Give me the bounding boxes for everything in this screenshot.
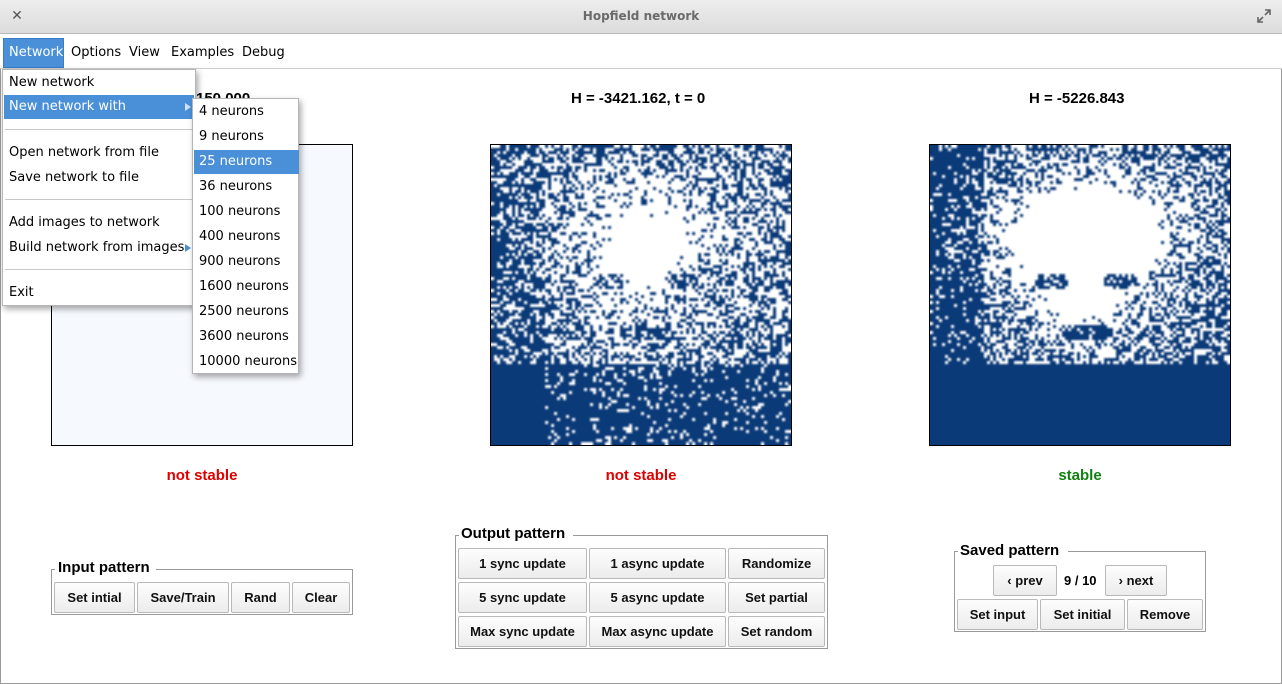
set-initial-saved-button[interactable]: Set initial	[1040, 599, 1125, 630]
submenu-arrow-icon	[185, 244, 191, 252]
maximize-icon[interactable]	[1256, 8, 1272, 24]
submenu-arrow-icon	[185, 103, 191, 111]
neurons-submenu: 4 neurons 9 neurons 25 neurons 36 neuron…	[192, 98, 299, 374]
submenu-item-900-neurons[interactable]: 900 neurons	[194, 250, 299, 274]
menu-examples[interactable]: Examples	[166, 38, 239, 68]
saved-pattern-canvas[interactable]	[930, 145, 1230, 445]
menu-item-new-network-with[interactable]: New network with	[4, 95, 194, 119]
save-train-button[interactable]: Save/Train	[137, 582, 229, 613]
output-pattern-canvas[interactable]	[491, 145, 791, 445]
submenu-item-2500-neurons[interactable]: 2500 neurons	[194, 300, 299, 324]
one-sync-update-button[interactable]: 1 sync update	[458, 548, 587, 579]
set-random-button[interactable]: Set random	[728, 616, 825, 647]
menu-item-new-network[interactable]: New network	[4, 71, 196, 95]
set-partial-button[interactable]: Set partial	[728, 582, 825, 613]
max-sync-update-button[interactable]: Max sync update	[458, 616, 587, 647]
input-status: not stable	[166, 467, 238, 484]
set-initial-button[interactable]: Set intial	[54, 582, 135, 613]
submenu-item-4-neurons[interactable]: 4 neurons	[194, 100, 299, 124]
five-sync-update-button[interactable]: 5 sync update	[458, 582, 587, 613]
set-input-button[interactable]: Set input	[957, 599, 1038, 630]
saved-group-border	[1068, 551, 1206, 552]
next-label: next	[1126, 573, 1154, 588]
saved-energy-label: H = -5226.843	[1029, 90, 1125, 107]
submenu-item-36-neurons[interactable]: 36 neurons	[194, 175, 299, 199]
submenu-item-100-neurons[interactable]: 100 neurons	[194, 200, 299, 224]
menu-item-add-images[interactable]: Add images to network	[4, 211, 196, 235]
five-async-update-button[interactable]: 5 async update	[589, 582, 726, 613]
menu-debug[interactable]: Debug	[237, 38, 290, 68]
menu-item-label: Build network from images	[9, 240, 185, 255]
randomize-button[interactable]: Randomize	[728, 548, 825, 579]
menu-item-exit[interactable]: Exit	[4, 281, 196, 305]
saved-status: stable	[1058, 467, 1102, 484]
menu-bar: Network Options View Examples Debug	[0, 34, 1282, 69]
output-energy-label: H = -3421.162, t = 0	[571, 90, 706, 107]
menu-separator	[5, 199, 195, 200]
menu-separator	[5, 129, 195, 130]
submenu-item-3600-neurons[interactable]: 3600 neurons	[194, 325, 299, 349]
submenu-item-9-neurons[interactable]: 9 neurons	[194, 125, 299, 149]
title-bar: ✕ Hopfield network	[0, 0, 1282, 34]
network-menu: New network New network with Open networ…	[2, 69, 196, 306]
next-button[interactable]: › next	[1105, 565, 1167, 596]
saved-pattern-grid[interactable]	[929, 144, 1231, 446]
chevron-right-icon: ›	[1118, 573, 1123, 588]
max-async-update-button[interactable]: Max async update	[589, 616, 726, 647]
menu-item-open-network[interactable]: Open network from file	[4, 141, 196, 165]
menu-options[interactable]: Options	[66, 38, 126, 68]
input-group-border	[51, 569, 55, 570]
output-pattern-grid[interactable]	[490, 144, 792, 446]
remove-button[interactable]: Remove	[1127, 599, 1203, 630]
submenu-item-25-neurons[interactable]: 25 neurons	[194, 150, 299, 174]
menu-network[interactable]: Network	[3, 38, 64, 68]
menu-item-save-network[interactable]: Save network to file	[4, 166, 196, 190]
window-border-left	[0, 69, 1, 684]
saved-pattern-counter: 9 / 10	[1064, 573, 1097, 588]
rand-button[interactable]: Rand	[231, 582, 290, 613]
output-status: not stable	[605, 467, 677, 484]
clear-button[interactable]: Clear	[292, 582, 350, 613]
input-pattern-label: Input pattern	[56, 559, 152, 576]
one-async-update-button[interactable]: 1 async update	[589, 548, 726, 579]
input-group-border	[156, 569, 353, 570]
submenu-item-10000-neurons[interactable]: 10000 neurons	[194, 350, 299, 374]
menu-item-label: New network with	[9, 99, 126, 114]
saved-pattern-label: Saved pattern	[958, 542, 1062, 559]
output-pattern-label: Output pattern	[459, 525, 568, 542]
chevron-left-icon: ‹	[1007, 573, 1012, 588]
menu-item-build-network[interactable]: Build network from images	[4, 236, 196, 260]
prev-button[interactable]: ‹ prev	[993, 565, 1057, 596]
window-title: Hopfield network	[582, 9, 700, 23]
output-group-border	[573, 535, 828, 536]
menu-view[interactable]: View	[124, 38, 165, 68]
submenu-item-400-neurons[interactable]: 400 neurons	[194, 225, 299, 249]
prev-label: prev	[1015, 573, 1043, 588]
submenu-item-1600-neurons[interactable]: 1600 neurons	[194, 275, 299, 299]
menu-separator	[5, 269, 195, 270]
